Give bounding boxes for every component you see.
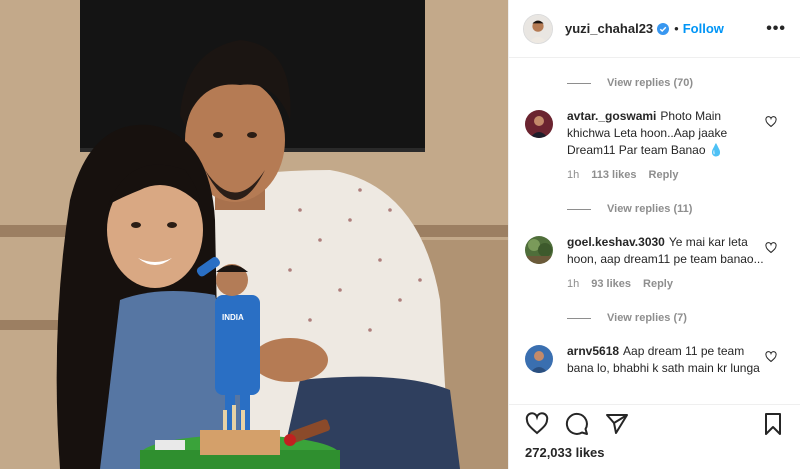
- comment-time[interactable]: 1h: [567, 167, 579, 184]
- comment-username[interactable]: goel.keshav.3030: [567, 235, 665, 249]
- replies-divider: [567, 317, 591, 319]
- post-photo: INDIA: [0, 0, 508, 469]
- verified-badge-icon: [657, 22, 670, 35]
- more-options-icon[interactable]: •••: [766, 20, 786, 38]
- view-replies-button[interactable]: View replies (70): [567, 72, 785, 94]
- post-details-panel: yuzi_chahal23 • Follow ••• View replies …: [508, 0, 800, 469]
- likes-count[interactable]: 272,033 likes: [525, 445, 785, 460]
- view-replies-button[interactable]: View replies (11): [567, 198, 785, 220]
- avatar-image: [525, 345, 553, 373]
- comment-body: arnv5618 Aap dream 11 pe team bana lo, bh…: [567, 343, 767, 377]
- avatar-image: [525, 236, 553, 264]
- comments-list[interactable]: View replies (70) avtar._goswami Photo Ma…: [509, 59, 800, 402]
- comment-time[interactable]: 1h: [567, 276, 579, 293]
- comment-item: arnv5618 Aap dream 11 pe team bana lo, bh…: [525, 343, 785, 377]
- photo-illustration: INDIA: [0, 0, 508, 469]
- comment-item: goel.keshav.3030 Ye mai kar leta hoon, aa…: [525, 234, 785, 293]
- separator-dot: •: [674, 21, 679, 36]
- share-icon[interactable]: [605, 412, 629, 436]
- replies-divider: [567, 82, 591, 84]
- svg-text:INDIA: INDIA: [222, 313, 244, 322]
- comment-like-heart-icon[interactable]: [765, 116, 777, 128]
- follow-button[interactable]: Follow: [683, 21, 724, 36]
- comment-like-heart-icon[interactable]: [765, 351, 777, 363]
- comment-meta: 1h 113 likes Reply: [567, 167, 767, 184]
- commenter-avatar[interactable]: [525, 236, 553, 264]
- avatar-image: [525, 110, 553, 138]
- comment-icon[interactable]: [565, 412, 589, 436]
- comment-body: goel.keshav.3030 Ye mai kar leta hoon, aa…: [567, 234, 767, 293]
- action-buttons-row: [525, 405, 785, 443]
- comment-like-heart-icon[interactable]: [765, 242, 777, 254]
- post-actions: 272,033 likes: [509, 404, 800, 469]
- post-header: yuzi_chahal23 • Follow •••: [509, 0, 800, 58]
- comment-likes[interactable]: 113 likes: [591, 167, 636, 184]
- comment-body: avtar._goswami Photo Main khichwa Leta ho…: [567, 108, 767, 184]
- reply-button[interactable]: Reply: [649, 167, 679, 184]
- commenter-avatar[interactable]: [525, 345, 553, 373]
- commenter-avatar[interactable]: [525, 110, 553, 138]
- avatar-image: [524, 14, 552, 43]
- bookmark-icon[interactable]: [761, 412, 785, 436]
- reply-button[interactable]: Reply: [643, 276, 673, 293]
- heart-icon[interactable]: [525, 412, 549, 436]
- comment-username[interactable]: avtar._goswami: [567, 109, 656, 123]
- view-replies-label: View replies (7): [607, 312, 687, 324]
- replies-divider: [567, 208, 591, 210]
- view-replies-label: View replies (11): [607, 203, 693, 215]
- comment-meta: 1h 93 likes Reply: [567, 276, 767, 293]
- profile-avatar[interactable]: [523, 13, 553, 44]
- view-replies-button[interactable]: View replies (7): [567, 307, 785, 329]
- comment-item: avtar._goswami Photo Main khichwa Leta ho…: [525, 108, 785, 184]
- post-username[interactable]: yuzi_chahal23: [565, 21, 653, 36]
- comment-likes[interactable]: 93 likes: [591, 276, 631, 293]
- comment-username[interactable]: arnv5618: [567, 344, 619, 358]
- view-replies-label: View replies (70): [607, 77, 694, 89]
